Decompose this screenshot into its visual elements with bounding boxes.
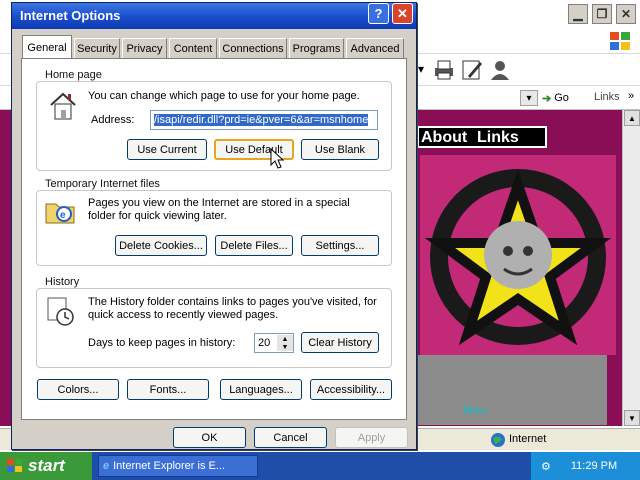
temp-files-group-title: Temporary Internet files xyxy=(43,178,162,190)
windows-flag-icon xyxy=(7,459,22,472)
chevron-right-icon[interactable]: » xyxy=(628,90,634,102)
print-icon[interactable] xyxy=(432,58,456,82)
settings-button[interactable]: Settings... xyxy=(301,235,379,256)
misc-link[interactable]: Misc xyxy=(463,403,488,417)
svg-text:e: e xyxy=(60,210,66,221)
tab-general[interactable]: General xyxy=(22,35,72,59)
days-to-keep-spinner[interactable]: 20 ▲ ▼ xyxy=(254,333,294,353)
clear-history-button[interactable]: Clear History xyxy=(301,332,379,353)
delete-cookies-button[interactable]: Delete Cookies... xyxy=(115,235,207,256)
start-label: start xyxy=(28,456,65,475)
tab-advanced[interactable]: Advanced xyxy=(346,38,404,58)
use-current-button[interactable]: Use Current xyxy=(127,139,207,160)
ie-logo-icon: e xyxy=(103,460,110,472)
tab-programs[interactable]: Programs xyxy=(289,38,344,58)
globe-icon xyxy=(491,433,505,447)
spin-up-icon[interactable]: ▲ xyxy=(277,335,293,343)
ok-button[interactable]: OK xyxy=(173,427,246,448)
edit-icon[interactable] xyxy=(460,58,484,82)
close-button[interactable]: ✕ xyxy=(616,4,636,24)
pentagram-graphic xyxy=(420,155,616,355)
home-icon xyxy=(50,92,76,120)
close-icon: ✕ xyxy=(397,5,408,21)
history-clock-icon xyxy=(47,297,74,326)
mouse-cursor-icon xyxy=(270,148,284,169)
days-value: 20 xyxy=(258,337,271,349)
cancel-button[interactable]: Cancel xyxy=(254,427,327,448)
colors-button[interactable]: Colors... xyxy=(37,379,119,400)
clock[interactable]: 11:29 PM xyxy=(571,460,617,472)
tab-connections[interactable]: Connections xyxy=(219,38,287,58)
links-label[interactable]: Links xyxy=(594,91,620,103)
scroll-down-icon[interactable]: ▼ xyxy=(624,410,640,426)
folder-ie-icon: e xyxy=(45,203,75,224)
page-scrollbar[interactable]: ▲ ▼ xyxy=(622,110,640,426)
dialog-close-button[interactable]: ✕ xyxy=(392,3,413,24)
temp-files-description: Pages you view on the Internet are store… xyxy=(88,197,350,222)
pentagram-emblem-icon xyxy=(420,155,616,355)
nav-links-link[interactable]: Links xyxy=(477,129,519,147)
use-blank-button[interactable]: Use Blank xyxy=(301,139,379,160)
accessibility-button[interactable]: Accessibility... xyxy=(310,379,392,400)
tab-privacy[interactable]: Privacy xyxy=(122,38,167,58)
home-page-group-title: Home page xyxy=(43,69,104,81)
home-page-address-field[interactable]: /isapi/redir.dll?prd=ie&pver=6&ar=msnhom… xyxy=(150,110,378,130)
dropdown-arrow-icon[interactable]: ▾ xyxy=(418,62,424,76)
history-group-title: History xyxy=(43,276,82,288)
help-button[interactable]: ? xyxy=(368,3,389,24)
address-value: /isapi/redir.dll?prd=ie&pver=6&ar=msnhom… xyxy=(154,114,369,126)
minimize-button[interactable]: ▁ xyxy=(568,4,588,24)
address-dropdown-button[interactable]: ▾ xyxy=(520,90,538,106)
nav-about-link[interactable]: About xyxy=(421,129,467,147)
scroll-up-icon[interactable]: ▲ xyxy=(624,110,640,126)
windows-logo-icon xyxy=(610,32,630,50)
go-button[interactable]: ➔ Go xyxy=(542,89,586,107)
security-zone-label: Internet xyxy=(509,433,547,445)
days-to-keep-label: Days to keep pages in history: xyxy=(88,337,236,349)
site-nav-box: About Links xyxy=(417,126,547,148)
start-button[interactable]: start xyxy=(0,452,92,480)
dialog-title-bar[interactable]: Internet Options xyxy=(12,3,416,29)
content-gray-panel: Misc xyxy=(417,355,607,425)
tab-security[interactable]: Security xyxy=(74,38,120,58)
maximize-button[interactable]: ❐ xyxy=(592,4,612,24)
go-arrow-icon: ➔ xyxy=(542,92,552,105)
home-page-description: You can change which page to use for you… xyxy=(88,90,360,102)
fonts-button[interactable]: Fonts... xyxy=(127,379,209,400)
delete-files-button[interactable]: Delete Files... xyxy=(215,235,293,256)
system-tray: ⚙ 11:29 PM xyxy=(530,452,640,480)
help-icon: ? xyxy=(374,6,383,21)
history-description: The History folder contains links to pag… xyxy=(88,296,377,321)
apply-button[interactable]: Apply xyxy=(335,427,408,448)
spin-down-icon[interactable]: ▼ xyxy=(277,343,293,351)
taskbar-item-internet-explorer[interactable]: e Internet Explorer is E... xyxy=(98,455,258,477)
dialog-title: Internet Options xyxy=(20,8,121,23)
tab-content[interactable]: Content xyxy=(169,38,217,58)
tray-network-icon[interactable]: ⚙ xyxy=(541,460,551,473)
messenger-icon[interactable] xyxy=(488,58,512,82)
address-label: Address: xyxy=(91,114,135,126)
taskbar-item-label: Internet Explorer is E... xyxy=(113,460,226,472)
languages-button[interactable]: Languages... xyxy=(220,379,302,400)
go-label: Go xyxy=(554,92,569,104)
